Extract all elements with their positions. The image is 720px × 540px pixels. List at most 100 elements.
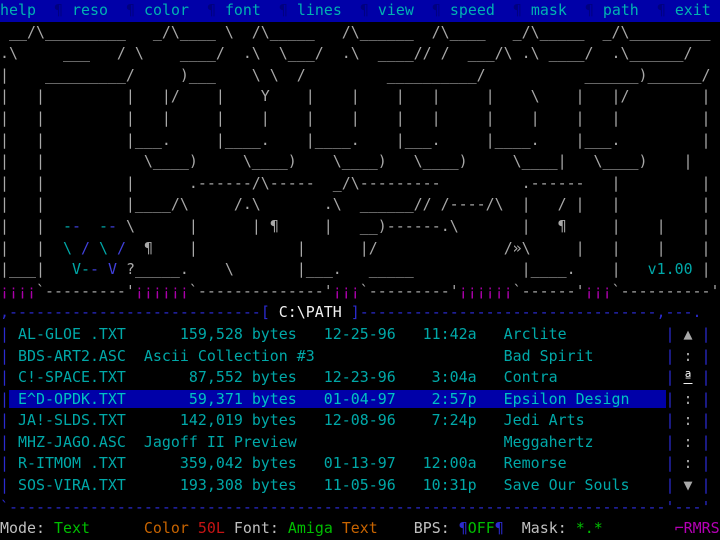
text-run [711, 368, 720, 386]
text-run [90, 239, 99, 257]
ascii-art-line: ¡¡¡¡`---------'¡¡¡¡¡¡`--------------'¡¡¡… [0, 281, 720, 303]
file-row-mhz-jago[interactable]: MHZ-JAGO.ASC Jagoff II Preview Meggahert… [9, 433, 666, 451]
text-run [288, 1, 297, 19]
list-box-bottom-border: `---------------------------------------… [0, 497, 720, 519]
text-run: | [666, 325, 675, 343]
text-run: | [666, 368, 675, 386]
menu-separator-icon: ¶ [207, 1, 216, 19]
text-run [675, 347, 684, 365]
brand-tag: ⌐RMRS [675, 519, 720, 537]
text-run [450, 519, 459, 537]
mask-value: *.* [576, 519, 603, 537]
menu-item-help[interactable]: help [0, 1, 36, 19]
text-run: | | [630, 239, 720, 257]
text-run: `---------' [36, 282, 135, 300]
scroll-up-icon[interactable]: ▲ [684, 325, 693, 343]
scrollbar-thumb[interactable]: ª [684, 368, 693, 386]
text-run: --- [675, 498, 702, 516]
text-run [108, 239, 117, 257]
text-run: | [180, 239, 270, 257]
text-run [693, 347, 702, 365]
text-run [108, 1, 126, 19]
text-run [693, 390, 702, 408]
ascii-art-line: | | | .------/\----- _/\--------- .-----… [0, 173, 720, 195]
menu-item-reso[interactable]: reso [72, 1, 108, 19]
text-run [693, 325, 702, 343]
scrollbar-track[interactable]: : [684, 433, 693, 451]
text-run: V [108, 260, 117, 278]
text-run: _____ [360, 260, 450, 278]
menu-item-mask[interactable]: mask [531, 1, 567, 19]
text-run: \ [99, 239, 108, 257]
file-row-bds-art2[interactable]: BDS-ART2.ASC Ascii Collection #3 Bad Spi… [9, 347, 666, 365]
text-run: | | \____) \____) \____) \____) \____| \… [0, 152, 710, 170]
feet-icons: ¡¡¡¡¡¡ [459, 282, 513, 300]
file-row-sos-vira[interactable]: SOS-VIRA.TXT 193,308 bytes 11-05-96 10:3… [9, 476, 666, 494]
menu-item-path[interactable]: path [603, 1, 639, 19]
menu-separator-icon: ¶ [360, 1, 369, 19]
text-run: \ [117, 217, 180, 235]
text-run: ] [351, 303, 360, 321]
text-run [99, 260, 108, 278]
text-run: |___. [270, 260, 360, 278]
text-run: V [72, 260, 81, 278]
text-run [711, 325, 720, 343]
scrollbar-track[interactable]: : [684, 411, 693, 429]
scrollbar-track[interactable]: : [684, 347, 693, 365]
text-run [522, 1, 531, 19]
text-run: | [0, 390, 9, 408]
file-row-ja-slds[interactable]: JA!-SLDS.TXT 142,019 bytes 12-08-96 7:24… [9, 411, 666, 429]
scrollbar-track[interactable]: : [684, 454, 693, 472]
text-run: --------------------------------- [360, 303, 657, 321]
text-run: | [0, 454, 9, 472]
menu-item-speed[interactable]: speed [450, 1, 495, 19]
text-run: | [702, 368, 711, 386]
menu-item-exit[interactable]: exit [675, 1, 711, 19]
status-bar: Mode: Text Color 50L Font: Amiga Text BP… [0, 518, 720, 540]
text-run [675, 390, 684, 408]
text-run: /»\ [450, 239, 540, 257]
ascii-art-line: | | -- -- \ | | ¶ | __)------.\ | ¶ | | … [0, 216, 720, 238]
bps-label: BPS: [414, 519, 450, 537]
menu-separator-icon: ¶ [279, 1, 288, 19]
text-run: - [90, 260, 99, 278]
text-run: | [702, 433, 711, 451]
text-run [414, 1, 432, 19]
text-run: ¶ [126, 239, 180, 257]
text-run [567, 1, 585, 19]
file-row: | BDS-ART2.ASC Ascii Collection #3 Bad S… [0, 346, 720, 368]
file-row-al-gloe[interactable]: AL-GLOE .TXT 159,528 bytes 12-25-96 11:4… [9, 325, 666, 343]
text-run: | [666, 347, 675, 365]
text-run: ___. | [540, 260, 630, 278]
file-row-epsilon-selected[interactable]: E^D-OPDK.TXT 59,371 bytes 01-04-97 2:57p… [9, 390, 666, 408]
menu-separator-icon: ¶ [432, 1, 441, 19]
text-run: , [657, 303, 666, 321]
text-run [216, 1, 225, 19]
menu-item-color[interactable]: color [144, 1, 189, 19]
text-run: . \ [180, 260, 270, 278]
text-run: | [702, 325, 711, 343]
font-style: Text [342, 519, 378, 537]
menu-item-font[interactable]: font [225, 1, 261, 19]
file-row-r-itmom[interactable]: R-ITMOM .TXT 359,042 bytes 01-13-97 12:0… [9, 454, 666, 472]
menu-item-lines[interactable]: lines [297, 1, 342, 19]
text-run: `---------' [360, 282, 459, 300]
text-run: ,---------------------------- [0, 303, 261, 321]
menu-item-view[interactable]: view [378, 1, 414, 19]
text-run: | | | | | | | | | | | | | | | [0, 109, 719, 127]
scroll-down-icon[interactable]: ▼ [684, 476, 693, 494]
menu-separator-icon: ¶ [513, 1, 522, 19]
text-run [225, 519, 234, 537]
text-run [135, 1, 144, 19]
text-run [45, 519, 54, 537]
scrollbar-track[interactable]: : [684, 390, 693, 408]
feet-icons: ¡¡¡¡ [0, 282, 36, 300]
text-run: | [702, 454, 711, 472]
text-run [711, 433, 720, 451]
mask-label: Mask: [522, 519, 567, 537]
text-run [63, 1, 72, 19]
text-run [261, 1, 279, 19]
text-run: | [702, 390, 711, 408]
text-run: | [0, 347, 9, 365]
file-row-c-space[interactable]: C!-SPACE.TXT 87,552 bytes 12-23-96 3:04a… [9, 368, 666, 386]
